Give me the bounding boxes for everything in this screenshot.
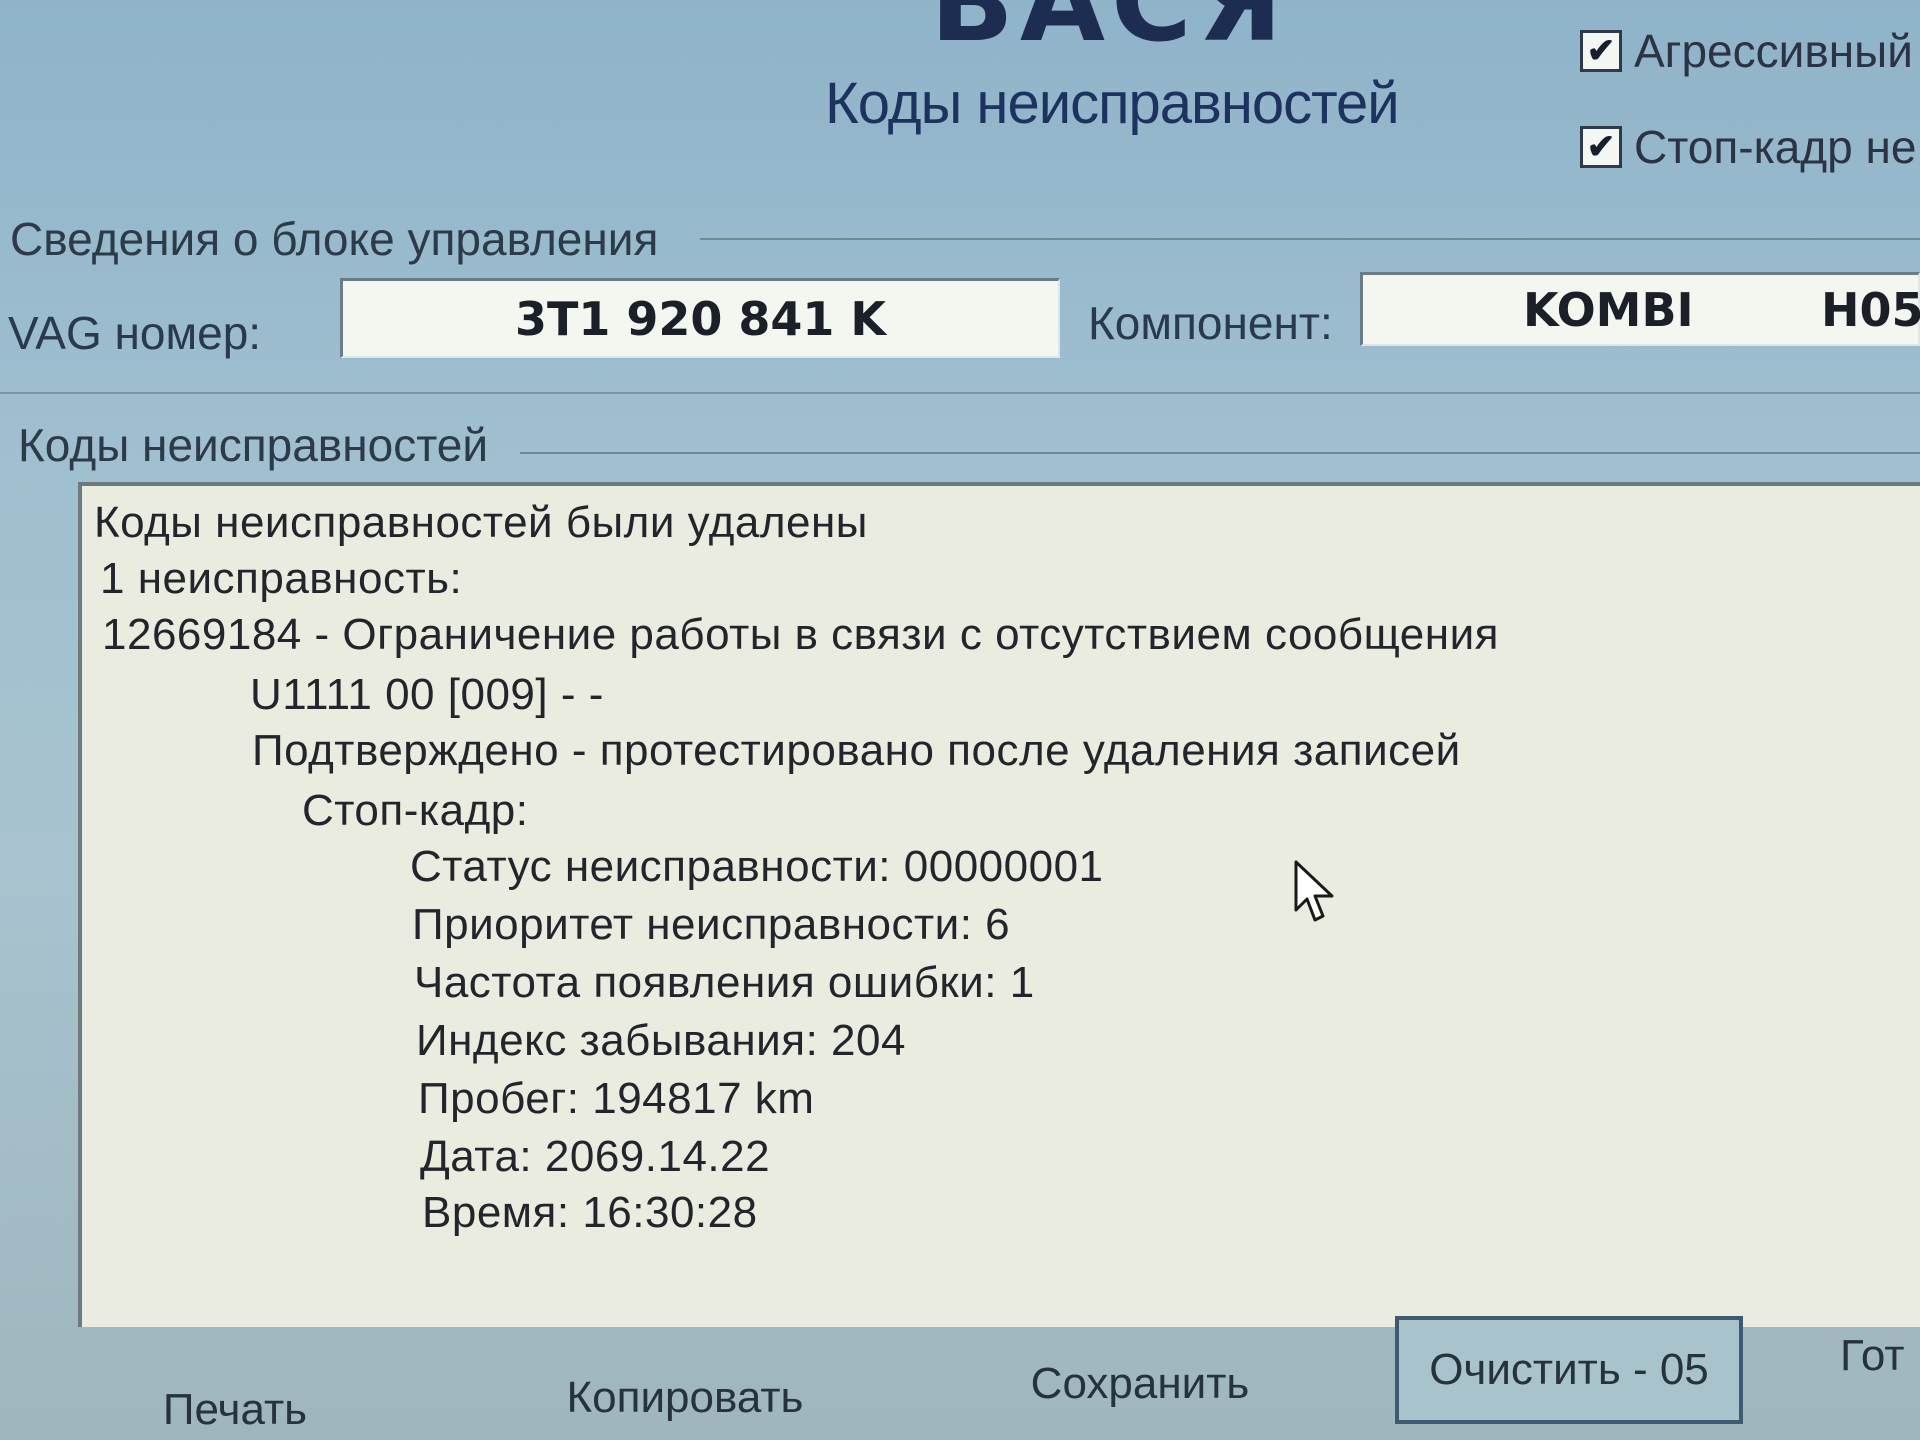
fault-text-line: Стоп-кадр:	[302, 786, 529, 835]
dialog-title: Коды неисправностей	[825, 71, 1400, 136]
fault-text-line: Подтверждено - протестировано после удал…	[252, 726, 1461, 775]
fault-text-line: 1 неисправность:	[100, 554, 463, 603]
vag-number-field: 3T1 920 841 K	[340, 278, 1060, 358]
fault-text-line: Пробег: 194817 km	[418, 1074, 815, 1123]
freeze-frame-label: Стоп-кадр не	[1634, 121, 1917, 173]
mouse-cursor-icon	[1294, 860, 1334, 922]
group-divider	[520, 452, 1920, 454]
vag-number-value: 3T1 920 841 K	[514, 291, 887, 346]
print-button[interactable]: Печать	[140, 1380, 330, 1440]
control-unit-group-label: Сведения о блоке управления	[10, 213, 659, 265]
save-button[interactable]: Сохранить	[1010, 1354, 1270, 1414]
fault-text-line: U1111 00 [009] - -	[250, 670, 604, 719]
aggressive-label: Агрессивный	[1634, 25, 1913, 77]
check-icon: ✔	[1586, 32, 1616, 70]
copy-button[interactable]: Копировать	[550, 1368, 820, 1428]
component-name: KOMBI	[1523, 282, 1694, 337]
group-divider	[700, 238, 1920, 240]
aggressive-checkbox[interactable]: ✔	[1580, 30, 1622, 72]
faults-group-label: Коды неисправностей	[18, 419, 489, 471]
check-icon: ✔	[1586, 128, 1616, 166]
fault-text-line: Индекс забывания: 204	[416, 1016, 906, 1065]
fault-codes-textbox[interactable]: Коды неисправностей были удалены 1 неисп…	[78, 482, 1920, 1327]
freeze-frame-checkbox[interactable]: ✔	[1580, 126, 1622, 168]
component-label: Компонент:	[1088, 297, 1333, 349]
aggressive-option[interactable]: ✔ Агрессивный	[1580, 24, 1913, 78]
fault-text-line: Время: 16:30:28	[422, 1188, 758, 1237]
fault-text-line: Дата: 2069.14.22	[420, 1132, 771, 1181]
fault-text-line: Частота появления ошибки: 1	[414, 958, 1035, 1007]
done-button[interactable]: Гот	[1840, 1326, 1920, 1386]
fault-text-line: Статус неисправности: 00000001	[410, 842, 1104, 891]
clear-codes-button[interactable]: Очистить - 05	[1395, 1316, 1743, 1424]
fault-text-line: Приоритет неисправности: 6	[412, 900, 1011, 949]
component-field: KOMBI H05	[1360, 272, 1920, 346]
app-logo: ВАСЯ	[930, 0, 1289, 66]
fault-text-line: Коды неисправностей были удалены	[94, 498, 868, 547]
freeze-frame-option[interactable]: ✔ Стоп-кадр не	[1580, 120, 1917, 174]
section-divider	[0, 392, 1920, 394]
component-version: H05	[1821, 282, 1920, 337]
fault-text-line: 12669184 - Ограничение работы в связи с …	[102, 610, 1499, 659]
vag-number-label: VAG номер:	[8, 307, 262, 359]
